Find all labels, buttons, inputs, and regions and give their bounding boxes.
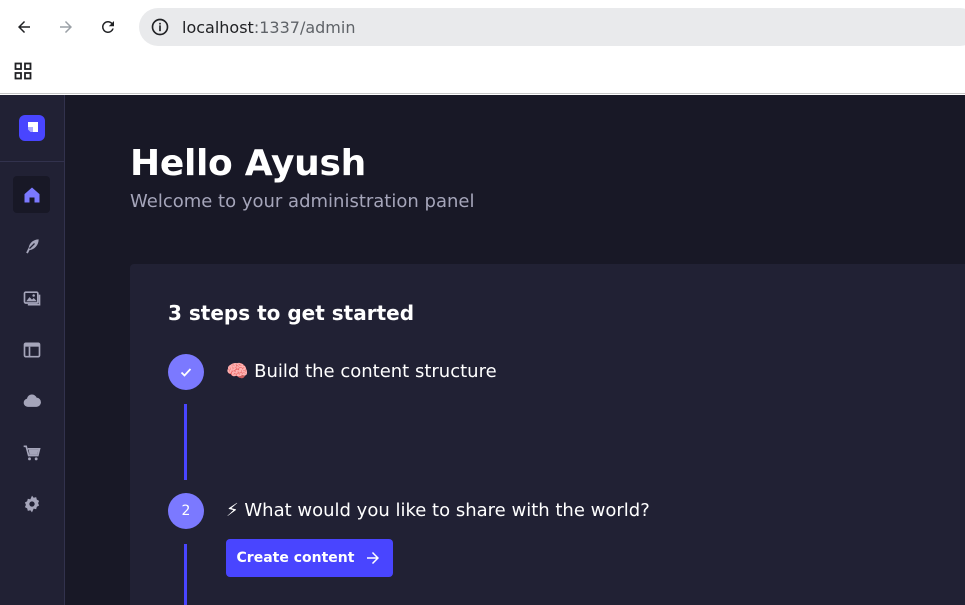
- sidebar-item-content-manager[interactable]: [13, 227, 50, 264]
- check-icon: [180, 368, 192, 377]
- step-2-connector: [184, 544, 187, 605]
- sidebar-item-marketplace[interactable]: [13, 434, 50, 471]
- sidebar-item-cloud[interactable]: [13, 382, 50, 419]
- browser-toolbar: localhost:1337/admin: [0, 0, 965, 54]
- forward-arrow-icon: [60, 21, 72, 33]
- cart-icon: [23, 445, 41, 460]
- guided-tour-title: 3 steps to get started: [168, 301, 415, 325]
- create-content-label: Create content: [236, 550, 355, 566]
- step-1-done-badge: [168, 354, 204, 390]
- page-title: Hello Ayush: [130, 143, 366, 184]
- step-2-label: ⚡ What would you like to share with the …: [226, 500, 650, 521]
- step-2-text: What would you like to share with the wo…: [244, 500, 650, 521]
- admin-app: Hello Ayush Welcome to your administrati…: [0, 95, 965, 605]
- apps-grid-icon[interactable]: [12, 60, 34, 82]
- sidebar: [0, 95, 65, 605]
- back-button[interactable]: [9, 12, 39, 42]
- sidebar-header: [0, 95, 64, 162]
- gear-icon: [24, 495, 39, 512]
- address-bar[interactable]: localhost:1337/admin: [139, 8, 965, 46]
- guided-tour-card: 3 steps to get started 🧠 Build the conte…: [130, 264, 965, 605]
- back-arrow-icon: [18, 21, 30, 33]
- sidebar-item-content-type-builder[interactable]: [13, 331, 50, 368]
- home-icon: [24, 187, 39, 202]
- url-path: :1337/admin: [253, 17, 356, 37]
- strapi-logo[interactable]: [19, 115, 45, 141]
- lightning-emoji-icon: ⚡: [226, 500, 239, 521]
- reload-button[interactable]: [93, 12, 123, 42]
- brain-emoji-icon: 🧠: [226, 361, 249, 382]
- bookmarks-bar: [0, 54, 965, 94]
- feather-icon: [25, 238, 39, 253]
- forward-button[interactable]: [51, 12, 81, 42]
- strapi-logo-icon: [28, 122, 38, 132]
- site-info-icon[interactable]: [149, 16, 171, 38]
- step-1-connector: [184, 404, 187, 480]
- sidebar-item-home[interactable]: [13, 176, 50, 213]
- cloud-icon: [23, 393, 41, 407]
- step-2-number-badge: 2: [168, 493, 204, 529]
- sidebar-item-settings[interactable]: [13, 485, 50, 522]
- images-icon: [23, 290, 40, 305]
- sidebar-item-media-library[interactable]: [13, 279, 50, 316]
- create-content-button[interactable]: Create content: [226, 539, 393, 577]
- step-2-number: 2: [181, 503, 191, 519]
- arrow-right-icon: [367, 552, 380, 564]
- reload-icon: [101, 20, 114, 33]
- step-1-label: 🧠 Build the content structure: [226, 361, 497, 382]
- url-host: localhost: [182, 17, 254, 37]
- url-text: localhost:1337/admin: [182, 18, 355, 37]
- page-subtitle: Welcome to your administration panel: [130, 191, 475, 212]
- main-content: Hello Ayush Welcome to your administrati…: [66, 95, 965, 605]
- step-1-text: Build the content structure: [254, 361, 497, 382]
- layout-icon: [23, 342, 40, 357]
